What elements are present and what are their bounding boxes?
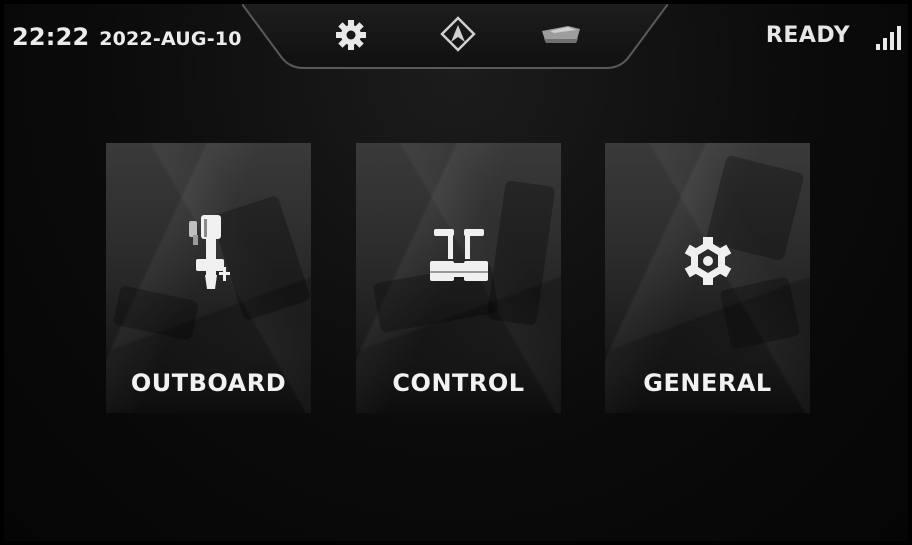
general-label: GENERAL xyxy=(643,369,772,397)
card-background-texture xyxy=(112,285,200,341)
outboard-label: OUTBOARD xyxy=(130,369,287,397)
screen: 22:22 2022-AUG-10 READY OUTBOARD CONTROL… xyxy=(4,4,908,541)
signal-bars-icon xyxy=(876,26,902,50)
control-label: CONTROL xyxy=(392,369,525,397)
tab-settings-gear-icon[interactable] xyxy=(334,18,368,52)
throttle-control-icon xyxy=(429,229,488,281)
card-background-texture xyxy=(719,276,801,350)
clock: 22:22 2022-AUG-10 xyxy=(12,23,242,51)
clock-time: 22:22 xyxy=(12,23,90,51)
tab-boat-icon[interactable] xyxy=(538,21,582,47)
tab-navigation-icon[interactable] xyxy=(440,16,476,52)
top-bar: 22:22 2022-AUG-10 READY xyxy=(4,4,908,74)
clock-date: 2022-AUG-10 xyxy=(99,28,242,50)
status-text: READY xyxy=(765,23,850,48)
card-background-texture xyxy=(486,180,556,326)
general-card[interactable]: GENERAL xyxy=(605,143,810,413)
hex-gear-icon xyxy=(684,237,731,285)
outboard-card[interactable]: OUTBOARD xyxy=(106,143,311,413)
control-card[interactable]: CONTROL xyxy=(356,143,561,413)
outboard-motor-icon xyxy=(188,215,230,289)
